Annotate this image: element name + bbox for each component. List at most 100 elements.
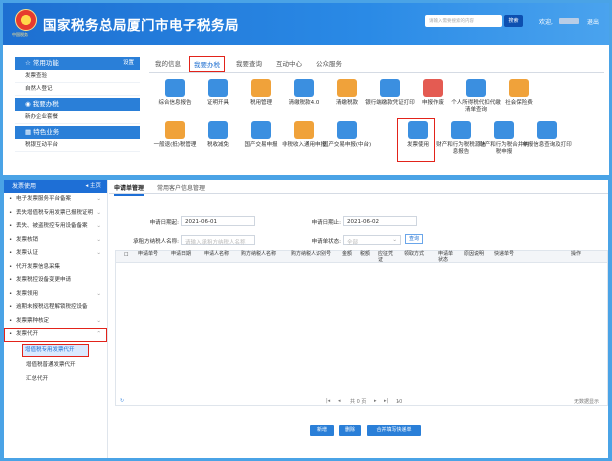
sidebar-subitem-vat-special[interactable]: 增值税专用发票代开: [22, 343, 89, 357]
buyer-name-input[interactable]: 请输入承租方纳税人名称: [181, 235, 255, 246]
sidebar-item[interactable]: 发票领用⌄: [4, 288, 107, 302]
col-express: 快递单号: [494, 251, 515, 257]
tab-public[interactable]: 公众服务: [316, 58, 342, 68]
sidebar-item[interactable]: 代开发票信息采集: [4, 261, 107, 275]
tab-query[interactable]: 我要查询: [236, 58, 262, 68]
grid-header: ☐ 申请单号 申请日期 申请人名称 购方纳税人名称 购方纳税人识别号 金额 税额…: [116, 251, 607, 263]
next-page-button[interactable]: ▸: [374, 398, 377, 404]
sidebar-item[interactable]: 丢失、被盗税控专用设备备案⌄: [4, 220, 107, 234]
special-business-header[interactable]: ▦ 特色业务: [15, 126, 140, 139]
status-label: 申请单状态:: [311, 239, 341, 245]
col-pickup: 领取方式: [404, 251, 425, 257]
pay-icon: [294, 79, 314, 97]
insurance-icon: [509, 79, 529, 97]
date-to-input[interactable]: 2021-06-02: [343, 216, 417, 226]
tax-icon: ◉: [25, 100, 33, 108]
building-icon: [337, 121, 357, 139]
chevron-down-icon: ⌄: [96, 317, 101, 324]
col-buyer-id: 购方纳税人识别号: [291, 251, 332, 257]
sidebar-item[interactable]: 发票税控设备变更申请: [4, 274, 107, 288]
chevron-down-icon: ⌄: [96, 223, 101, 229]
username-redacted: [559, 18, 579, 24]
tab-my-info[interactable]: 我的信息: [155, 58, 181, 68]
nav-item-bank-tax[interactable]: 税银互动平台: [15, 139, 140, 152]
sidebar-item[interactable]: 丢失增值税专用发票已报税证明⌄: [4, 207, 107, 221]
welcome-text: 欢迎,: [539, 19, 553, 26]
site-title: 国家税务总局厦门市电子税务局: [43, 18, 239, 34]
sidebar-subitem-summary[interactable]: 汇总代开: [4, 373, 107, 387]
emblem-caption: 中国税务: [12, 32, 28, 37]
portal-tabs: 我的信息 我要办税 我要查询 互动中心 公众服务: [149, 55, 604, 73]
grid-pager: ↻ |◂ ◂ 共 0 页 ▸ ▸| 10 ⌄ 无数据显示: [116, 397, 608, 407]
common-functions-header[interactable]: ☆ 常用功能 设置: [15, 57, 140, 70]
add-button[interactable]: 新增: [310, 425, 334, 436]
empty-text: 无数据显示: [574, 399, 600, 405]
invoice-use-highlight: [397, 118, 435, 162]
print-icon: [380, 79, 400, 97]
prev-page-button[interactable]: ◂: [338, 398, 341, 404]
tile-property-declare-mid[interactable]: 国产交易申报(中台): [322, 121, 372, 149]
tab-interaction[interactable]: 互动中心: [276, 58, 302, 68]
sidebar-item[interactable]: 发票票种核定⌄: [4, 315, 107, 329]
nav-item-new-enterprise[interactable]: 新办企业套餐: [15, 111, 140, 124]
pay-icon: [337, 79, 357, 97]
search-input[interactable]: 请输入需要搜索的内容: [425, 15, 502, 27]
sidebar-item[interactable]: 逾期未报税远程解锁税控设备: [4, 301, 107, 315]
invoice-sidebar: 发票使用 ◂ 主页 电子发票服务平台备案⌄ 丢失增值税专用发票已报税证明⌄ 丢失…: [4, 180, 108, 458]
col-amount: 金额: [342, 251, 353, 257]
tile-declare-query[interactable]: 申报信息查询及打印: [522, 121, 572, 149]
tile-social-insurance[interactable]: 社会保险费: [494, 79, 544, 107]
combine-icon: [494, 121, 514, 139]
delete-button[interactable]: 删除: [339, 425, 361, 436]
declare-icon: [294, 121, 314, 139]
sidebar-item[interactable]: 发票核销⌄: [4, 234, 107, 248]
grid-icon: ▦: [25, 128, 34, 136]
sidebar-subitem-vat-general[interactable]: 增值税普通发票代开: [4, 359, 107, 373]
portal-header: 中国税务 国家税务总局厦门市电子税务局 请输入需要搜索的内容 搜索 欢迎, 退出: [3, 3, 609, 45]
sidebar-header: 发票使用 ◂ 主页: [4, 180, 107, 193]
tab-do-tax[interactable]: 我要办税: [189, 56, 225, 72]
status-select[interactable]: 全部 ⌄: [343, 235, 401, 246]
tab-customer-manage[interactable]: 常用客户信息管理: [157, 183, 205, 192]
chevron-down-icon: ⌄: [96, 236, 101, 243]
portal-screenshot: 中国税务 国家税务总局厦门市电子税务局 请输入需要搜索的内容 搜索 欢迎, 退出…: [3, 3, 609, 175]
col-buyer-name: 购方纳税人名称: [241, 251, 277, 257]
nav-item-person-register[interactable]: 自然人登记: [15, 83, 140, 96]
col-action: 操作: [571, 251, 582, 257]
tab-application-manage[interactable]: 申请单管理: [114, 183, 145, 196]
sidebar-item-invoice-issue[interactable]: 发票代开⌃: [4, 328, 107, 342]
main-tabs: 申请单管理 常用客户信息管理: [109, 180, 608, 196]
sidebar-item[interactable]: 发票认证⌄: [4, 247, 107, 261]
col-app-no: 申请单号: [138, 251, 159, 257]
last-page-button[interactable]: ▸|: [384, 398, 388, 404]
buyer-name-label: 承租方纳税人名称:: [133, 239, 179, 245]
invoice-app-screenshot: 发票使用 ◂ 主页 电子发票服务平台备案⌄ 丢失增值税专用发票已报税证明⌄ 丢失…: [4, 180, 608, 458]
chevron-down-icon: ⌄: [96, 196, 101, 202]
nav-item-invoice-check[interactable]: 发票查验: [15, 70, 140, 83]
merge-express-button[interactable]: 合并填写快递单: [367, 425, 421, 436]
gavel-icon: [251, 79, 271, 97]
void-icon: [423, 79, 443, 97]
col-status: 申请单状态: [438, 251, 454, 263]
invoice-main: 申请单管理 常用客户信息管理 申请日期起: 2021-06-01 申请日期止: …: [109, 180, 608, 458]
page-size-select[interactable]: 10 ⌄: [396, 398, 402, 405]
col-applicant: 申请人名称: [204, 251, 230, 257]
tax-emblem-icon: [15, 9, 37, 31]
chevron-down-icon: ⌄: [96, 290, 101, 297]
my-business-header[interactable]: ◉ 我要办税: [15, 98, 140, 111]
col-app-date: 申请日期: [171, 251, 192, 257]
list-icon: [466, 79, 486, 97]
sidebar-item[interactable]: 电子发票服务平台备案⌄: [4, 193, 107, 207]
query-button[interactable]: 查询: [405, 234, 423, 244]
chevron-down-icon: ⌄: [392, 237, 397, 243]
home-link[interactable]: ◂ 主页: [85, 180, 101, 193]
select-all-checkbox[interactable]: ☐: [124, 252, 128, 259]
search-button[interactable]: 搜索: [504, 15, 523, 27]
settings-link[interactable]: 设置: [123, 57, 134, 70]
logout-link[interactable]: 退出: [587, 17, 599, 26]
portal-left-nav: ☆ 常用功能 设置 发票查验 自然人登记 ◉ 我要办税 新办企业套餐 ▦ 特色业…: [15, 55, 140, 175]
date-from-input[interactable]: 2021-06-01: [181, 216, 255, 226]
first-page-button[interactable]: |◂: [326, 398, 330, 404]
refresh-icon[interactable]: ↻: [120, 398, 124, 404]
col-reason: 原因说明: [464, 251, 485, 257]
